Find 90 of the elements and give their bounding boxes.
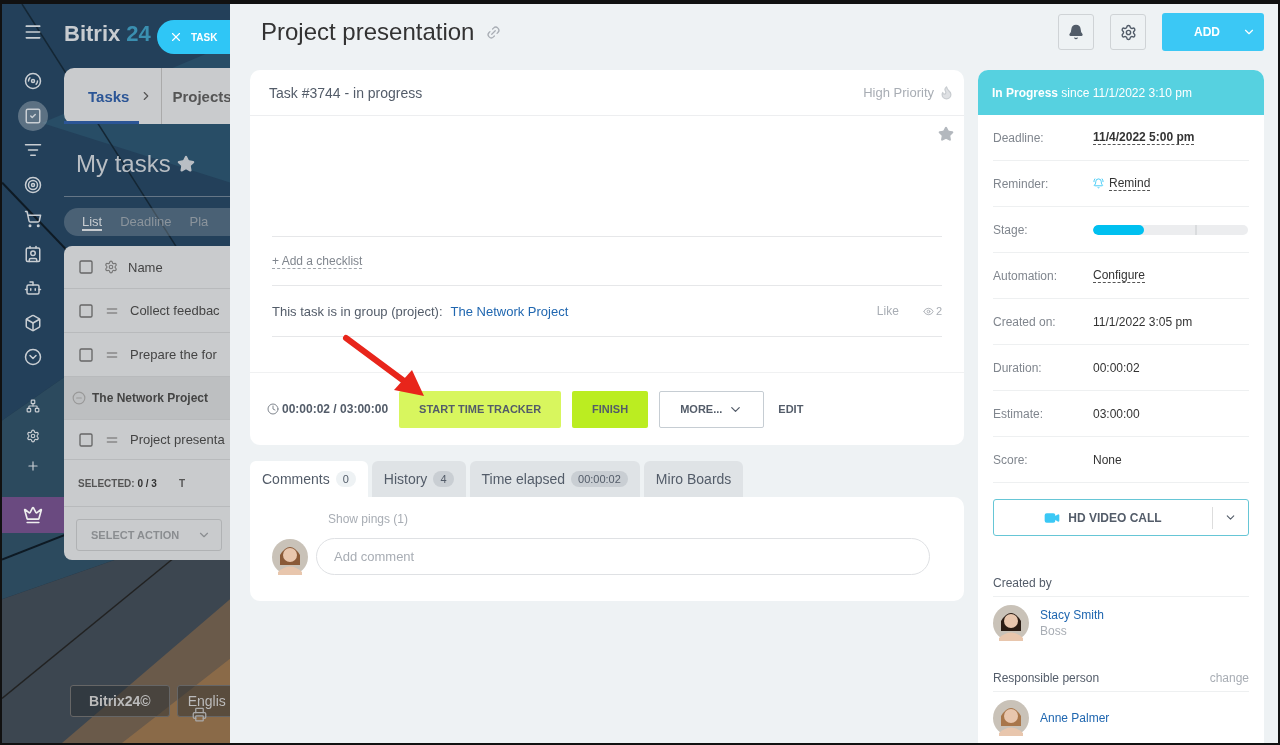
tab[interactable]: Time elapsed 00:00:02 — [469, 461, 640, 497]
field-value: None — [1093, 452, 1122, 467]
bell-icon — [1068, 24, 1084, 40]
checkbox[interactable] — [78, 431, 94, 448]
field-label: Automation: — [993, 268, 1059, 283]
language-button[interactable]: Englis — [176, 685, 230, 717]
group-label: This task is in group (project): — [272, 303, 443, 319]
person-role: Boss — [1040, 624, 1068, 638]
field-value: 11/1/2022 3:05 pm — [1093, 314, 1193, 329]
contact-card-icon — [24, 244, 42, 263]
activity-icon — [24, 72, 42, 90]
column-header: Name — [128, 259, 163, 275]
tab[interactable]: History 4 — [371, 461, 466, 497]
menu-icon[interactable] — [23, 22, 43, 42]
chevron-down-icon — [24, 348, 42, 366]
avatar — [272, 538, 308, 575]
checkbox[interactable] — [78, 302, 94, 319]
tab-count: 4 — [433, 471, 454, 487]
field-value: 03:00:00 — [1093, 406, 1140, 421]
close-icon — [169, 30, 183, 44]
breadcrumb-tab[interactable]: Tasks — [64, 68, 140, 124]
person-name[interactable]: Anne Palmer — [1040, 711, 1110, 725]
section-heading: Created by — [993, 576, 1052, 590]
remind-link[interactable]: Remind — [1109, 176, 1151, 191]
task-title[interactable]: Prepare the for — [130, 347, 217, 362]
tasks-nav-item[interactable] — [18, 100, 48, 131]
field-label: Stage: — [993, 222, 1029, 237]
field-label: Score: — [993, 452, 1029, 467]
configure-link[interactable]: Configure — [1093, 268, 1146, 283]
field-label: Reminder: — [993, 176, 1050, 191]
upgrade-bar[interactable] — [2, 496, 64, 533]
star-icon[interactable] — [938, 126, 954, 142]
tab-count: 0 — [335, 471, 356, 487]
person-name[interactable]: Stacy Smith — [1040, 608, 1105, 622]
video-call-button[interactable]: HD VIDEO CALL — [993, 499, 1249, 536]
printer-icon[interactable] — [192, 707, 207, 722]
finish-button[interactable]: FINISH — [572, 390, 649, 428]
logo-number: 24 — [126, 21, 151, 47]
tab[interactable]: Comments 0 — [250, 461, 368, 497]
settings-icon[interactable] — [104, 260, 118, 274]
task-title[interactable]: Project presenta — [130, 432, 225, 447]
comment-field[interactable]: Add comment — [316, 538, 930, 575]
task-title: Project presentation — [261, 18, 475, 46]
edit-button[interactable]: EDIT — [776, 390, 806, 428]
field-label: Duration: — [993, 360, 1043, 375]
avatar — [993, 700, 1029, 736]
selected-count: SELECTED: 0 / 3 — [78, 477, 157, 489]
avatar — [993, 605, 1029, 641]
tab-count: 00:00:02 — [571, 471, 628, 487]
notifications-button[interactable] — [1058, 14, 1094, 50]
eye-icon — [922, 305, 934, 317]
box-icon — [24, 313, 42, 332]
robot-icon — [24, 279, 42, 297]
logo-text: Bitrix — [64, 21, 121, 47]
field-value: 00:00:02 — [1093, 360, 1140, 375]
status-banner: In Progress since 11/1/2022 3:10 pm — [978, 70, 1264, 115]
settings-button[interactable] — [1110, 14, 1146, 50]
task-title[interactable]: Collect feedbac — [130, 303, 220, 318]
deadline-value[interactable]: 11/4/2022 5:00 pm — [1093, 130, 1195, 145]
page-heading: My tasks — [76, 150, 171, 178]
network-icon — [26, 398, 40, 413]
view-tab[interactable]: List — [82, 213, 103, 231]
field-label: Estimate: — [993, 406, 1044, 421]
group-link[interactable]: The Network Project — [450, 303, 569, 319]
view-count: 2 — [935, 305, 942, 317]
task-status-heading: Task #3744 - in progress — [269, 84, 423, 101]
clock-icon — [267, 403, 279, 415]
cart-icon — [24, 210, 42, 228]
checkbox[interactable] — [78, 346, 94, 363]
start-tracker-button[interactable]: START TIME TRACKER — [399, 390, 562, 428]
tasks-icon — [24, 106, 42, 125]
crown-icon — [23, 504, 43, 525]
settings-icon — [1119, 23, 1137, 41]
tab[interactable]: Miro Boards — [643, 461, 744, 497]
settings-icon — [26, 428, 40, 443]
field-label: Deadline: — [993, 130, 1045, 145]
field-label: Created on: — [993, 314, 1057, 329]
more-button[interactable]: MORE... — [659, 390, 765, 428]
section-heading: Responsible person — [993, 671, 1100, 685]
checkbox[interactable] — [78, 259, 94, 275]
filter-icon — [24, 141, 42, 159]
group-title: The Network Project — [92, 391, 209, 405]
star-icon[interactable] — [176, 155, 195, 173]
time-counter: 00:00:02 / 03:00:00 — [282, 402, 389, 416]
brand-button[interactable]: Bitrix24© — [70, 685, 170, 717]
target-icon — [24, 175, 42, 194]
add-checklist-link[interactable]: + Add a checklist — [272, 253, 363, 269]
plus-icon — [26, 458, 40, 473]
bell-icon — [1093, 178, 1104, 189]
total-label: T — [178, 477, 186, 489]
